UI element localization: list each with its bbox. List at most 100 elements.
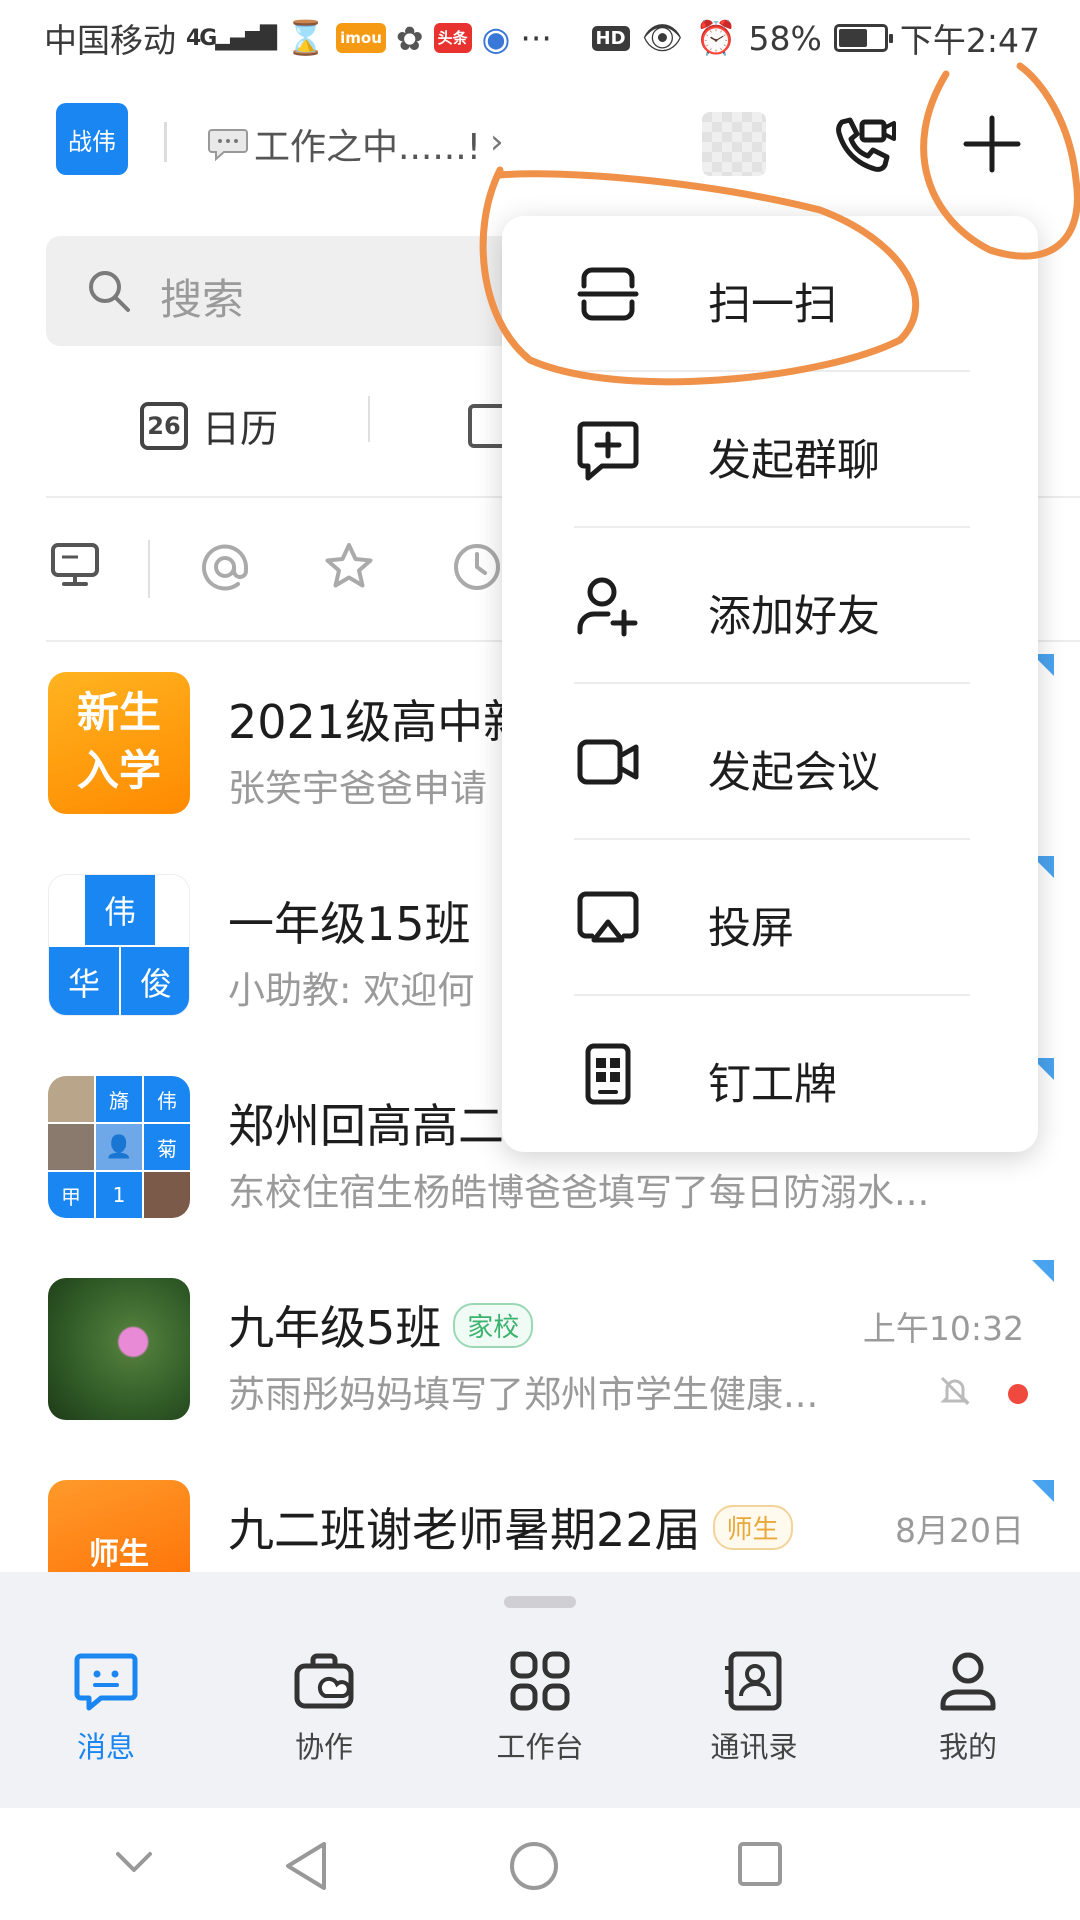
star-icon[interactable] xyxy=(322,540,376,594)
chevron-right-icon[interactable]: › xyxy=(490,122,504,162)
hd-icon: HD xyxy=(591,25,630,51)
quick-divider xyxy=(368,396,370,442)
home-icon[interactable] xyxy=(508,1840,560,1892)
tab-messages[interactable]: 消息 xyxy=(36,1648,176,1766)
tab-profile[interactable]: 我的 xyxy=(898,1648,1038,1766)
tab-contacts[interactable]: 通讯录 xyxy=(684,1648,824,1766)
chat-avatar xyxy=(48,1278,190,1420)
contact-avatar[interactable] xyxy=(702,112,766,176)
chat-preview: 东校住宿生杨皓博爸爸填写了每日防溺水... xyxy=(228,1171,930,1214)
system-navigation-bar xyxy=(0,1808,1080,1920)
mention-icon[interactable] xyxy=(198,540,252,594)
workbench-icon xyxy=(510,1651,570,1711)
clock-icon[interactable] xyxy=(450,540,504,594)
alarm-icon: ⏰ xyxy=(695,18,737,57)
avatar-photo xyxy=(144,1172,190,1218)
imou-app-icon: imou xyxy=(336,23,386,53)
chevron-down-icon[interactable] xyxy=(112,1840,156,1884)
carrier-name: 中国移动 xyxy=(44,21,176,60)
plus-icon[interactable] xyxy=(960,112,1024,176)
avatar-text: 1 xyxy=(96,1172,142,1218)
chat-avatar: 旖 伟 👤 菊 甲 1 xyxy=(48,1076,190,1218)
tab-workbench[interactable]: 工作台 xyxy=(470,1648,610,1766)
menu-label: 添加好友 xyxy=(708,592,880,642)
avatar-text: 伟 xyxy=(144,1076,190,1122)
avatar-text: 新生 xyxy=(76,688,161,737)
message-icon xyxy=(74,1653,138,1711)
menu-item-group-chat[interactable]: 发起群聊 xyxy=(502,372,1038,528)
avatar-photo xyxy=(48,1124,94,1170)
menu-label: 钉工牌 xyxy=(708,1060,837,1110)
video-call-icon[interactable] xyxy=(828,112,898,182)
avatar-text: 伟 xyxy=(85,875,155,945)
calendar-label: 日历 xyxy=(202,407,279,451)
scan-icon xyxy=(577,267,639,321)
status-left: 中国移动 4G▂▄▆█ ⌛ imou ✿ 头条 ◉ ··· xyxy=(44,14,552,62)
chat-preview: 小助教: 欢迎何 xyxy=(228,969,475,1012)
back-icon[interactable] xyxy=(282,1840,330,1892)
chat-bubble-icon xyxy=(208,129,248,162)
menu-item-screen-cast[interactable]: 投屏 xyxy=(502,840,1038,996)
chat-preview: 苏雨彤妈妈填写了郑州市学生健康... xyxy=(228,1373,819,1416)
signal-icon: 4G▂▄▆█ xyxy=(186,25,277,51)
eye-icon: 👁 xyxy=(641,18,684,57)
chat-avatar: 伟 华 俊 xyxy=(48,874,190,1016)
avatar-text: 甲 xyxy=(48,1172,94,1218)
profile-icon xyxy=(940,1652,996,1711)
contacts-icon xyxy=(725,1651,782,1711)
avatar-text: 菊 xyxy=(144,1124,190,1170)
status-bar: 中国移动 4G▂▄▆█ ⌛ imou ✿ 头条 ◉ ··· HD 👁 ⏰ 58%… xyxy=(0,0,1080,74)
person-icon: 👤 xyxy=(96,1124,142,1170)
chat-avatar: 新生 入学 xyxy=(48,672,190,814)
pinned-marker xyxy=(1032,1480,1054,1502)
search-icon xyxy=(89,271,130,312)
menu-label: 发起群聊 xyxy=(708,436,880,486)
calendar-icon: 26 xyxy=(140,401,188,450)
chat-time: 8月20日 xyxy=(895,1511,1024,1550)
user-avatar-badge[interactable]: 战伟 xyxy=(56,103,128,175)
toutiao-app-icon: 头条 xyxy=(433,23,472,53)
clock-time: 下午2:47 xyxy=(899,21,1040,60)
chat-item[interactable]: 师生 九二班谢老师暑期22届 师生 8月20日 xyxy=(0,1480,1080,1572)
more-notifications-icon: ··· xyxy=(520,18,552,58)
filter-divider xyxy=(148,540,150,598)
chat-time: 上午10:32 xyxy=(862,1309,1024,1348)
chat-title: 2021级高中新 xyxy=(228,695,530,749)
avatar-text: 旖 xyxy=(96,1076,142,1122)
menu-label: 发起会议 xyxy=(708,748,880,798)
tab-label: 工作台 xyxy=(496,1730,584,1764)
calendar-shortcut[interactable]: 26 日历 xyxy=(140,398,278,453)
collaborate-icon xyxy=(294,1653,354,1709)
menu-item-badge[interactable]: 钉工牌 xyxy=(502,996,1038,1152)
tag-badge: 家校 xyxy=(453,1303,534,1348)
video-meeting-icon xyxy=(577,739,639,785)
unread-dot xyxy=(1008,1384,1028,1404)
group-chat-icon xyxy=(577,421,639,481)
chat-title: 一年级15班 xyxy=(228,897,471,951)
work-status[interactable]: 工作之中......! xyxy=(208,118,481,170)
avatar-photo xyxy=(48,1076,94,1122)
menu-label: 扫一扫 xyxy=(708,280,837,330)
menu-item-meeting[interactable]: 发起会议 xyxy=(502,684,1038,840)
chat-title-text: 九二班谢老师暑期22届 xyxy=(228,1503,701,1557)
drag-handle[interactable] xyxy=(504,1596,576,1608)
chat-title: 郑州回高高二 xyxy=(228,1099,504,1153)
avatar-text: 师生 xyxy=(89,1537,149,1572)
mute-bell-icon xyxy=(940,1376,970,1406)
menu-item-scan[interactable]: 扫一扫 xyxy=(502,216,1038,372)
tab-collaborate[interactable]: 协作 xyxy=(254,1648,394,1766)
tab-label: 消息 xyxy=(76,1730,135,1764)
avatar-text: 华 xyxy=(49,947,119,1015)
status-right: HD 👁 ⏰ 58% 下午2:47 xyxy=(591,14,1040,62)
tab-label: 通讯录 xyxy=(710,1730,798,1764)
header-divider xyxy=(164,122,167,162)
recents-icon[interactable] xyxy=(736,1840,784,1888)
chat-item[interactable]: 九年级5班 家校 上午10:32 苏雨彤妈妈填写了郑州市学生健康... xyxy=(0,1260,1080,1478)
badge-card-icon xyxy=(585,1043,631,1105)
search-placeholder: 搜索 xyxy=(160,275,245,324)
desktop-icon[interactable] xyxy=(50,540,100,590)
avatar-text: 入学 xyxy=(76,746,161,795)
avatar-text: 俊 xyxy=(121,947,189,1015)
add-friend-icon xyxy=(577,577,638,637)
menu-item-add-friend[interactable]: 添加好友 xyxy=(502,528,1038,684)
